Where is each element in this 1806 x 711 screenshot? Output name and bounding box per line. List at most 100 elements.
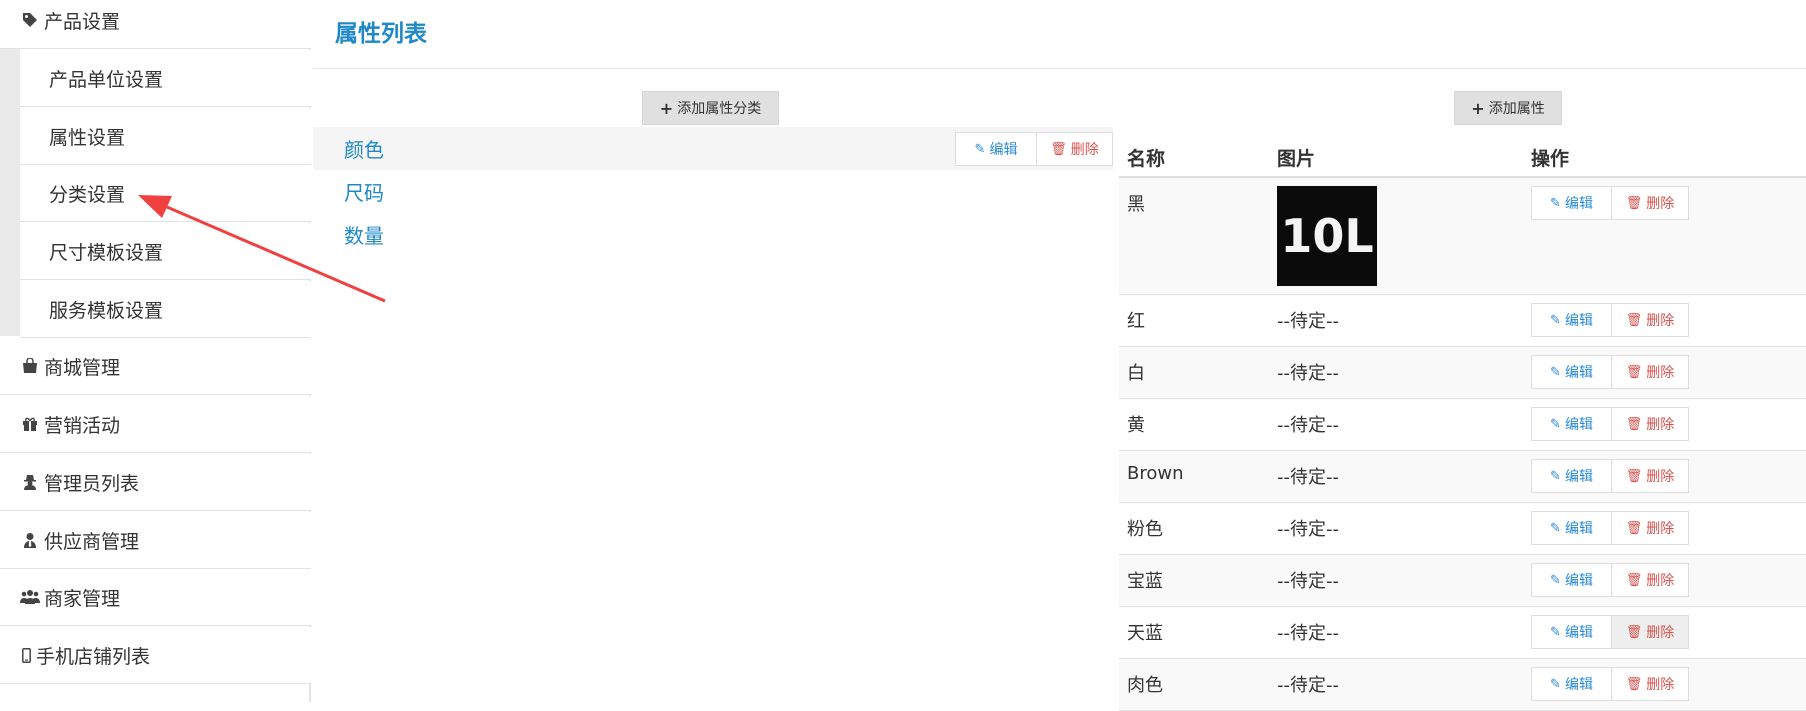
trash-icon: 🗑	[1625, 624, 1643, 640]
delete-button[interactable]: 🗑 删除	[1036, 132, 1113, 166]
edit-button[interactable]: ✎ 编辑	[1531, 303, 1612, 337]
sidebar-subitem-service-template[interactable]: 服务模板设置	[20, 281, 311, 338]
edit-button[interactable]: ✎ 编辑	[1531, 563, 1612, 597]
button-label: 删除	[1646, 196, 1675, 212]
row-actions: ✎ 编辑 🗑 删除	[1531, 355, 1689, 389]
category-label: 数量	[344, 224, 384, 248]
button-label: 删除	[1646, 625, 1675, 641]
edit-icon: ✎	[1550, 624, 1561, 640]
delete-button[interactable]: 🗑 删除	[1611, 511, 1689, 545]
edit-button[interactable]: ✎ 编辑	[1531, 186, 1612, 220]
delete-button[interactable]: 🗑 删除	[1611, 667, 1689, 701]
sidebar-subitem-attribute[interactable]: 属性设置	[20, 108, 311, 165]
sidebar-item-mobile-stores[interactable]: 手机店铺列表	[0, 627, 311, 684]
sidebar-subitem-label: 产品单位设置	[49, 68, 164, 91]
trash-icon: 🗑	[1625, 195, 1643, 211]
delete-button[interactable]: 🗑 删除	[1611, 355, 1689, 389]
edit-button[interactable]: ✎ 编辑	[955, 132, 1037, 166]
button-label: 编辑	[1564, 365, 1593, 381]
category-item-size[interactable]: 尺码	[313, 170, 1113, 213]
edit-icon: ✎	[1550, 312, 1561, 328]
category-item-color[interactable]: 颜色 ✎ 编辑 🗑 删除	[313, 127, 1113, 170]
sidebar-subitem-label: 尺寸模板设置	[49, 241, 164, 264]
attribute-name: 黄	[1127, 415, 1145, 436]
sidebar-subitem-label: 分类设置	[49, 183, 126, 206]
button-label: 删除	[1646, 313, 1675, 329]
sidebar-item-admins[interactable]: 管理员列表	[0, 454, 311, 511]
button-label: 添加属性分类	[677, 101, 762, 117]
delete-button[interactable]: 🗑 删除	[1611, 407, 1689, 441]
edit-icon: ✎	[1550, 572, 1561, 588]
column-header-image: 图片	[1277, 148, 1316, 170]
table-row: 宝蓝 --待定-- ✎ 编辑 🗑 删除	[1119, 555, 1806, 607]
trash-icon: 🗑	[1625, 676, 1643, 692]
edit-button[interactable]: ✎ 编辑	[1531, 615, 1612, 649]
edit-button[interactable]: ✎ 编辑	[1531, 511, 1612, 545]
button-label: 删除	[1070, 142, 1099, 158]
user-secret-icon	[20, 473, 40, 491]
sidebar-item-mall[interactable]: 商城管理	[0, 338, 311, 395]
main-content: 属性列表 + 添加属性分类 + 添加属性 颜色 ✎ 编辑 🗑 删除 尺码 数量 名称…	[313, 0, 1806, 711]
edit-icon: ✎	[1550, 468, 1561, 484]
page-title: 属性列表	[335, 21, 427, 47]
row-actions: ✎ 编辑 🗑 删除	[1531, 667, 1689, 701]
title-divider	[313, 68, 1806, 69]
row-actions: ✎ 编辑 🗑 删除	[1531, 511, 1689, 545]
sidebar-subitem-unit[interactable]: 产品单位设置	[20, 50, 311, 107]
category-label: 尺码	[344, 181, 384, 205]
sidebar-subitem-label: 属性设置	[49, 126, 126, 149]
sidebar-item-suppliers[interactable]: 供应商管理	[0, 512, 311, 569]
edit-button[interactable]: ✎ 编辑	[1531, 407, 1612, 441]
column-header-actions: 操作	[1531, 148, 1570, 170]
shopping-bag-icon	[20, 357, 40, 375]
sidebar-item-marketing[interactable]: 营销活动	[0, 396, 311, 453]
button-label: 删除	[1646, 573, 1675, 589]
sidebar-item-label: 管理员列表	[44, 472, 140, 495]
button-label: 编辑	[1564, 313, 1593, 329]
edit-button[interactable]: ✎ 编辑	[1531, 459, 1612, 493]
button-label: 添加属性	[1488, 101, 1545, 117]
sidebar-item-label: 产品设置	[44, 10, 121, 33]
sidebar-item-label: 手机店铺列表	[36, 645, 151, 668]
button-label: 编辑	[1564, 196, 1593, 212]
trash-icon: 🗑	[1050, 141, 1067, 157]
thumbnail-text: 10L	[1280, 209, 1373, 263]
button-label: 删除	[1646, 677, 1675, 693]
attribute-image-placeholder: --待定--	[1277, 519, 1339, 540]
category-item-quantity[interactable]: 数量	[313, 213, 1113, 256]
edit-icon: ✎	[1550, 364, 1561, 380]
button-label: 编辑	[1564, 573, 1593, 589]
sidebar-subitem-size-template[interactable]: 尺寸模板设置	[20, 223, 311, 280]
sidebar-subitem-category[interactable]: 分类设置	[20, 165, 311, 222]
delete-button[interactable]: 🗑 删除	[1611, 459, 1689, 493]
table-row: 黑 10L ✎ 编辑 🗑 删除	[1119, 178, 1806, 295]
edit-button[interactable]: ✎ 编辑	[1531, 667, 1612, 701]
table-row: 白 --待定-- ✎ 编辑 🗑 删除	[1119, 347, 1806, 399]
attribute-name: Brown	[1127, 463, 1184, 484]
sidebar-item-label: 营销活动	[44, 414, 121, 437]
delete-button[interactable]: 🗑 删除	[1611, 186, 1689, 220]
delete-button[interactable]: 🗑 删除	[1611, 303, 1689, 337]
delete-button[interactable]: 🗑 删除	[1611, 615, 1689, 649]
attribute-name: 肉色	[1127, 675, 1163, 696]
button-label: 编辑	[1564, 677, 1593, 693]
trash-icon: 🗑	[1625, 468, 1643, 484]
gift-icon	[20, 415, 40, 433]
edit-button[interactable]: ✎ 编辑	[1531, 355, 1612, 389]
edit-icon: ✎	[1550, 416, 1561, 432]
table-header: 名称 图片 操作	[1119, 135, 1806, 178]
trash-icon: 🗑	[1625, 312, 1643, 328]
row-actions: ✎ 编辑 🗑 删除	[1531, 615, 1689, 649]
plus-icon: +	[1471, 98, 1485, 118]
attribute-name: 粉色	[1127, 519, 1163, 540]
row-actions: ✎ 编辑 🗑 删除	[1531, 563, 1689, 597]
sidebar-item-merchants[interactable]: 商家管理	[0, 569, 311, 626]
add-attribute-category-button[interactable]: + 添加属性分类	[642, 91, 779, 125]
delete-button[interactable]: 🗑 删除	[1611, 563, 1689, 597]
button-label: 删除	[1646, 469, 1675, 485]
table-row: 黄 --待定-- ✎ 编辑 🗑 删除	[1119, 399, 1806, 451]
add-attribute-button[interactable]: + 添加属性	[1454, 91, 1562, 125]
sidebar-item-product-settings[interactable]: 产品设置	[0, 0, 311, 49]
attribute-image-placeholder: --待定--	[1277, 467, 1339, 488]
attribute-image-placeholder: --待定--	[1277, 363, 1339, 384]
